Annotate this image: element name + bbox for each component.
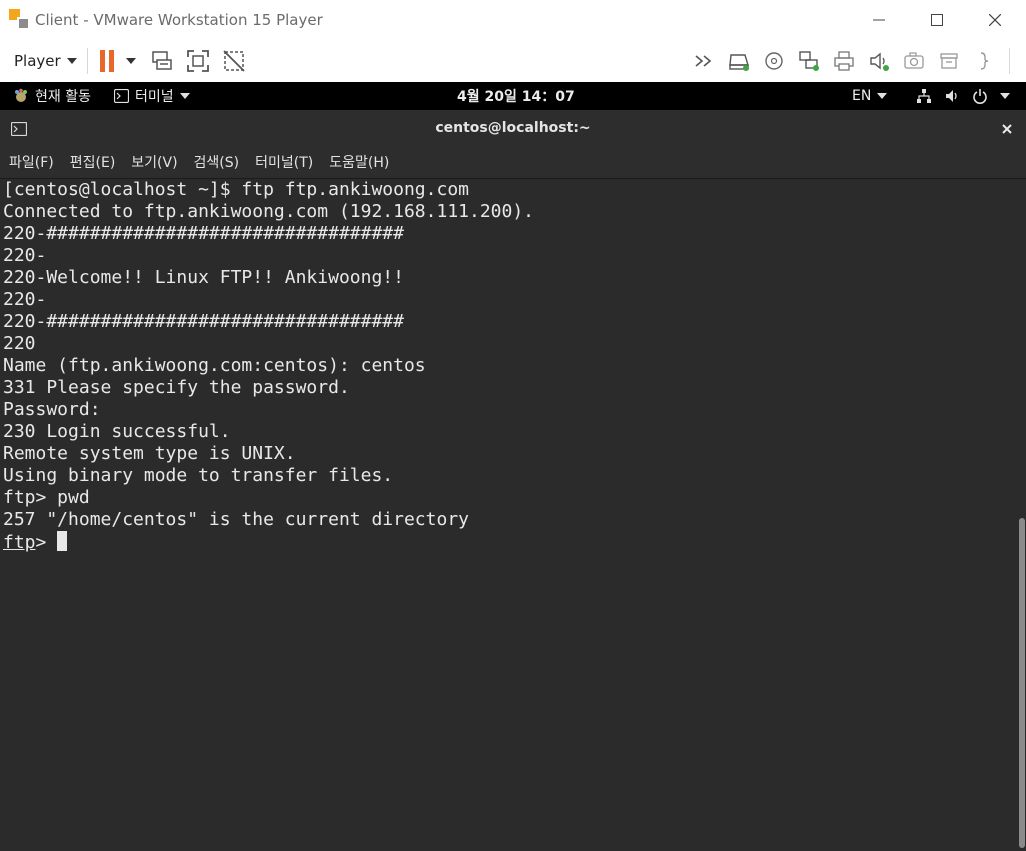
app-menu-button[interactable]: 터미널 bbox=[114, 82, 190, 110]
chevron-down-icon bbox=[66, 58, 77, 64]
menu-edit[interactable]: 편집(E) bbox=[70, 152, 116, 172]
camera-button[interactable] bbox=[900, 47, 928, 75]
removable-device-button[interactable] bbox=[935, 47, 963, 75]
message-log-button[interactable] bbox=[1021, 47, 1026, 75]
power-icon bbox=[973, 89, 987, 104]
printer-icon bbox=[834, 51, 854, 71]
terminal-line: Remote system type is UNIX. bbox=[3, 443, 296, 464]
archive-icon bbox=[940, 53, 958, 69]
menu-terminal[interactable]: 터미널(T) bbox=[255, 152, 313, 172]
activities-button[interactable]: 현재 활동 bbox=[13, 82, 91, 110]
pause-dropdown-icon[interactable] bbox=[125, 58, 136, 64]
cd-icon bbox=[765, 52, 783, 70]
terminal-title: centos@localhost:~ bbox=[435, 120, 591, 136]
system-menu-button[interactable] bbox=[916, 82, 1010, 110]
vmware-icon bbox=[9, 9, 31, 31]
terminal-line: 220- bbox=[3, 245, 47, 266]
terminal-close-button[interactable] bbox=[1000, 121, 1014, 140]
activities-label: 현재 활동 bbox=[35, 89, 91, 105]
device-icons bbox=[690, 47, 1026, 75]
vmware-toolbar: Player bbox=[0, 40, 1026, 82]
clock-button[interactable]: 4월 20일 14：07 bbox=[457, 82, 575, 110]
terminal-line: 220- bbox=[3, 289, 47, 310]
menu-view[interactable]: 보기(V) bbox=[131, 152, 177, 172]
pause-icon bbox=[99, 50, 105, 72]
toolbar-divider bbox=[1009, 48, 1010, 74]
serial-port-button[interactable] bbox=[970, 47, 998, 75]
terminal-headerbar: centos@localhost:~ bbox=[0, 110, 1026, 147]
player-menu-label: Player bbox=[14, 52, 61, 70]
player-menu-button[interactable]: Player bbox=[14, 52, 77, 70]
fullscreen-button[interactable] bbox=[184, 47, 212, 75]
camera-icon bbox=[904, 52, 924, 69]
terminal-line: ftp> pwd bbox=[3, 487, 90, 508]
network-adapter-icon bbox=[799, 51, 819, 71]
window-title: Client - VMware Workstation 15 Player bbox=[35, 11, 323, 29]
terminal-line: 230 Login successful. bbox=[3, 421, 231, 442]
close-icon bbox=[989, 14, 1001, 26]
terminal-line: Connected to ftp.ankiwoong.com (192.168.… bbox=[3, 201, 535, 222]
gnome-foot-icon bbox=[15, 88, 27, 102]
app-menu-label: 터미널 bbox=[135, 89, 174, 105]
terminal-line: 220-################################# bbox=[3, 223, 404, 244]
vmware-window: Client - VMware Workstation 15 Player Pl… bbox=[0, 0, 1026, 851]
fullscreen-icon bbox=[186, 50, 209, 72]
text-cursor bbox=[57, 531, 68, 551]
volume-icon bbox=[946, 90, 957, 102]
chevron-down-icon bbox=[877, 93, 888, 99]
terminal-line: Password: bbox=[3, 399, 101, 420]
terminal-line: 331 Please specify the password. bbox=[3, 377, 350, 398]
menu-file[interactable]: 파일(F) bbox=[9, 152, 54, 172]
terminal-scrollbar[interactable] bbox=[1018, 179, 1026, 851]
terminal-line: 220 bbox=[3, 333, 36, 354]
close-icon bbox=[1002, 124, 1012, 134]
terminal-menubar: 파일(F) 편집(E) 보기(V) 검색(S) 터미널(T) 도움말(H) bbox=[0, 146, 1026, 179]
hard-disk-button[interactable] bbox=[725, 47, 753, 75]
terminal-icon bbox=[114, 89, 129, 103]
terminal-line: 257 "/home/centos" is the current direct… bbox=[3, 509, 469, 530]
unity-button[interactable] bbox=[220, 47, 248, 75]
speaker-icon bbox=[870, 52, 889, 71]
close-window-button[interactable] bbox=[966, 0, 1024, 40]
unity-icon bbox=[223, 50, 245, 72]
minimize-button[interactable] bbox=[850, 0, 908, 40]
terminal-line: Using binary mode to transfer files. bbox=[3, 465, 394, 486]
prompt-text: ftp bbox=[3, 532, 36, 553]
pause-button[interactable] bbox=[99, 50, 114, 72]
input-language-button[interactable]: EN bbox=[852, 82, 888, 110]
language-label: EN bbox=[852, 88, 872, 104]
terminal-line: 220-Welcome!! Linux FTP!! Ankiwoong!! bbox=[3, 267, 404, 288]
double-chevron-right-icon bbox=[695, 55, 712, 67]
send-ctrl-alt-del-icon bbox=[151, 51, 172, 70]
cd-dvd-button[interactable] bbox=[760, 47, 788, 75]
network-adapter-button[interactable] bbox=[795, 47, 823, 75]
terminal-line: 220-################################# bbox=[3, 311, 404, 332]
window-titlebar: Client - VMware Workstation 15 Player bbox=[0, 0, 1026, 41]
network-icon bbox=[917, 89, 931, 103]
terminal-line: [centos@localhost ~]$ ftp ftp.ankiwoong.… bbox=[3, 179, 469, 200]
menu-help[interactable]: 도움말(H) bbox=[329, 152, 389, 172]
chevron-down-icon bbox=[179, 93, 190, 99]
bracket-icon bbox=[980, 52, 989, 70]
clock-label: 4월 20일 14：07 bbox=[457, 89, 575, 105]
terminal-prompt-line[interactable]: ftp> bbox=[0, 531, 1018, 553]
minimize-icon bbox=[873, 19, 885, 21]
more-devices-button[interactable] bbox=[690, 47, 718, 75]
gnome-top-bar: 현재 활동 터미널 4월 20일 14：07 EN bbox=[0, 82, 1026, 110]
send-ctrl-alt-del-button[interactable] bbox=[148, 47, 176, 75]
terminal-line: Name (ftp.ankiwoong.com:centos): centos bbox=[3, 355, 426, 376]
toolbar-divider bbox=[86, 48, 88, 74]
terminal-output[interactable]: [centos@localhost ~]$ ftp ftp.ankiwoong.… bbox=[0, 179, 1018, 851]
sound-card-button[interactable] bbox=[865, 47, 893, 75]
maximize-icon bbox=[931, 14, 943, 26]
scrollbar-thumb[interactable] bbox=[1019, 518, 1025, 848]
chevron-down-icon bbox=[1000, 93, 1010, 99]
menu-search[interactable]: 검색(S) bbox=[194, 152, 240, 172]
prompt-suffix: > bbox=[35, 532, 58, 553]
printer-button[interactable] bbox=[830, 47, 858, 75]
maximize-button[interactable] bbox=[908, 0, 966, 40]
hard-disk-icon bbox=[729, 54, 749, 71]
